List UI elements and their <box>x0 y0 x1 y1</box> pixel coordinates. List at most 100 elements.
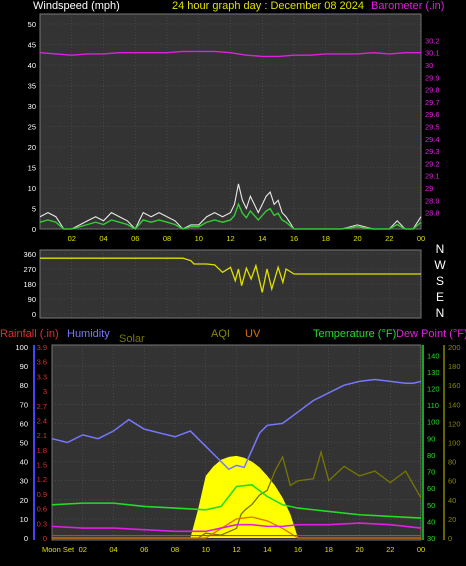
temperature-tick-label: 30 <box>427 534 435 543</box>
time-tick-label: 16 <box>294 545 302 554</box>
direction-tick-label: 0 <box>32 310 36 319</box>
humidity-tick-label: 60 <box>20 419 28 428</box>
direction-tick-label: 270 <box>23 265 36 274</box>
wind-tick-label: 0 <box>32 225 36 234</box>
solar-tick-label: 140 <box>448 400 461 409</box>
rainfall-tick-label: 0.3 <box>37 519 47 528</box>
rainfall-tick-label: 0 <box>43 534 47 543</box>
temperature-tick-label: 40 <box>427 517 435 526</box>
barometer-tick-label: 29.9 <box>425 73 440 82</box>
wind-tick-label: 35 <box>28 82 36 91</box>
rainfall-tick-label: 3.6 <box>37 358 47 367</box>
solar-tick-label: 20 <box>448 515 456 524</box>
solar-tick-label: 200 <box>448 343 461 352</box>
temperature-tick-label: 110 <box>427 401 439 410</box>
compass-label: N <box>436 306 445 320</box>
direction-tick-label: 360 <box>23 250 36 259</box>
wind-tick-label: 40 <box>28 61 36 70</box>
uv-label: UV <box>245 328 261 340</box>
rainfall-tick-label: 2.1 <box>37 431 47 440</box>
dewpoint-label: Dew Point (°F) <box>396 328 466 340</box>
wind-tick-label: 20 <box>28 143 36 152</box>
moon-set-label: Moon Set <box>42 545 75 554</box>
chart-title: 24 hour graph day : December 08 2024 <box>172 0 364 12</box>
compass-label: S <box>436 274 444 288</box>
wind-tick-label: 25 <box>28 123 36 132</box>
humidity-tick-label: 50 <box>20 439 28 448</box>
rainfall-tick-label: 2.4 <box>37 416 47 425</box>
humidity-tick-label: 80 <box>20 381 28 390</box>
weather-graph: Windspeed (mph) 24 hour graph day : Dece… <box>0 0 466 566</box>
time-tick-label: 12 <box>226 234 234 243</box>
humidity-tick-label: 10 <box>20 515 28 524</box>
solar-tick-label: 180 <box>448 362 461 371</box>
barometer-tick-label: 30 <box>425 61 433 70</box>
time-tick-label: 04 <box>109 545 117 554</box>
time-tick-label: 16 <box>290 234 298 243</box>
barometer-tick-label: 28.8 <box>425 209 440 218</box>
barometer-tick-label: 29.6 <box>425 110 440 119</box>
rainfall-tick-label: 3 <box>43 387 47 396</box>
barometer-tick-label: 29.8 <box>425 86 440 95</box>
barometer-label: Barometer (.in) <box>371 0 444 12</box>
wind-plot-area <box>39 13 422 230</box>
rainfall-tick-label: 3.9 <box>37 343 47 352</box>
temperature-tick-label: 60 <box>427 484 435 493</box>
temperature-tick-label: 90 <box>427 434 435 443</box>
aqi-label: AQI <box>211 328 230 340</box>
barometer-tick-label: 28.9 <box>425 196 440 205</box>
time-tick-label: 08 <box>171 545 179 554</box>
temperature-label: Temperature (°F) <box>313 328 396 340</box>
humidity-label: Humidity <box>67 328 110 340</box>
humidity-tick-label: 90 <box>20 362 28 371</box>
humidity-tick-label: 30 <box>20 477 28 486</box>
rainfall-tick-label: 3.3 <box>37 372 47 381</box>
solar-tick-label: 0 <box>448 534 452 543</box>
barometer-tick-label: 29.1 <box>425 172 440 181</box>
humidity-tick-label: 20 <box>20 496 28 505</box>
compass-label: W <box>434 258 446 272</box>
solar-tick-label: 60 <box>448 477 456 486</box>
temperature-tick-label: 70 <box>427 468 435 477</box>
time-tick-label: 10 <box>195 234 203 243</box>
humidity-tick-label: 70 <box>20 400 28 409</box>
rainfall-tick-label: 0.9 <box>37 490 47 499</box>
time-tick-label: 14 <box>258 234 266 243</box>
solar-tick-label: 100 <box>448 439 461 448</box>
barometer-tick-label: 29.3 <box>425 147 440 156</box>
time-tick-label: 14 <box>263 545 271 554</box>
rainfall-tick-label: 2.7 <box>37 402 47 411</box>
time-tick-label: 18 <box>322 234 330 243</box>
time-tick-label: 04 <box>99 234 107 243</box>
wind-tick-label: 50 <box>28 20 36 29</box>
direction-tick-label: 90 <box>28 295 36 304</box>
time-tick-label: 12 <box>232 545 240 554</box>
time-tick-label: 02 <box>68 234 76 243</box>
time-tick-label: 20 <box>353 234 361 243</box>
time-tick-label: 00 <box>417 545 425 554</box>
wind-tick-label: 30 <box>28 102 36 111</box>
wind-tick-label: 5 <box>32 205 36 214</box>
barometer-tick-label: 29.5 <box>425 123 440 132</box>
temperature-tick-label: 100 <box>427 418 440 427</box>
time-tick-label: 20 <box>355 545 363 554</box>
windspeed-label: Windspeed (mph) <box>33 0 120 12</box>
rainfall-tick-label: 1.2 <box>37 475 47 484</box>
solar-tick-label: 40 <box>448 496 456 505</box>
compass-label: N <box>436 242 445 256</box>
direction-tick-label: 180 <box>23 280 36 289</box>
barometer-tick-label: 29.4 <box>425 135 440 144</box>
temperature-tick-label: 130 <box>427 368 440 377</box>
solar-tick-label: 120 <box>448 419 461 428</box>
humidity-tick-label: 100 <box>15 343 28 352</box>
temperature-tick-label: 50 <box>427 501 435 510</box>
time-tick-label: 08 <box>163 234 171 243</box>
solar-tick-label: 160 <box>448 381 461 390</box>
compass-label: E <box>436 290 444 304</box>
rainfall-tick-label: 1.5 <box>37 461 47 470</box>
wind-tick-label: 15 <box>28 164 36 173</box>
rainfall-tick-label: 0.6 <box>37 505 47 514</box>
temperature-tick-label: 140 <box>427 351 440 360</box>
rainfall-tick-label: 1.8 <box>37 446 47 455</box>
time-tick-label: 22 <box>386 545 394 554</box>
